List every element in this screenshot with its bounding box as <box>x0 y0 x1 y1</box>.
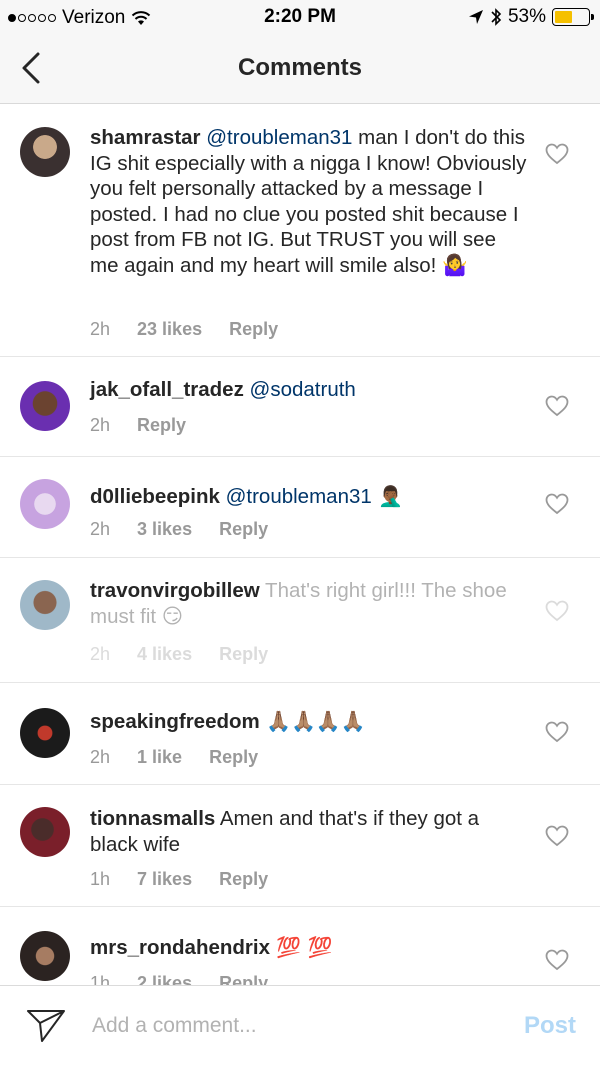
comment-text: tionnasmalls Amen and that's if they got… <box>90 806 530 857</box>
comment-meta: 2h 3 likes Reply <box>90 519 268 540</box>
status-right: 53% <box>468 6 594 28</box>
heart-icon[interactable] <box>545 949 569 971</box>
comment-time: 2h <box>90 319 111 339</box>
comment-meta: 2h Reply <box>90 415 186 436</box>
location-arrow-icon <box>468 10 483 24</box>
comment-time: 2h <box>90 747 111 767</box>
comment-likes[interactable]: 4 likes <box>137 644 192 665</box>
comment-likes[interactable]: 7 likes <box>137 869 192 890</box>
comment-mention[interactable]: @troubleman31 <box>206 126 352 149</box>
reply-button[interactable]: Reply <box>219 869 268 890</box>
comment-username[interactable]: jak_ofall_tradez <box>90 378 244 401</box>
comment-input[interactable]: Add a comment... <box>92 1014 257 1038</box>
reply-button[interactable]: Reply <box>209 747 258 768</box>
comment-mention[interactable]: @sodatruth <box>250 378 356 401</box>
paper-plane-icon[interactable] <box>26 1008 66 1044</box>
comment-text: jak_ofall_tradez @sodatruth <box>90 377 530 403</box>
comment-message: 🙏🏽🙏🏽🙏🏽🙏🏽 <box>259 709 366 733</box>
battery-icon <box>552 8 594 26</box>
status-bar: Verizon 2:20 PM 53% <box>0 0 600 34</box>
comment-time: 1h <box>90 973 111 985</box>
comment-text: d0lliebeepink @troubleman31 🤦🏾‍♂️ <box>90 484 530 510</box>
reply-button[interactable]: Reply <box>219 519 268 540</box>
comment-username[interactable]: speakingfreedom <box>90 710 260 733</box>
avatar[interactable] <box>20 931 70 981</box>
comment-username[interactable]: shamrastar <box>90 126 201 149</box>
comment-meta: 2h 1 like Reply <box>90 747 258 768</box>
comment-meta: 1h 2 likes Reply <box>90 973 268 985</box>
heart-icon[interactable] <box>545 600 569 622</box>
page-title: Comments <box>237 54 363 81</box>
battery-level <box>555 11 572 23</box>
avatar[interactable] <box>20 381 70 431</box>
comment-meta: 1h 7 likes Reply <box>90 869 268 890</box>
comment-item: jak_ofall_tradez @sodatruth 2h Reply <box>0 357 600 457</box>
bluetooth-icon <box>491 8 502 26</box>
heart-icon[interactable] <box>545 143 569 165</box>
avatar[interactable] <box>20 580 70 630</box>
comment-time: 2h <box>90 644 111 664</box>
comment-item: d0lliebeepink @troubleman31 🤦🏾‍♂️ 2h 3 l… <box>0 457 600 558</box>
comment-mention[interactable]: @troubleman31 <box>226 485 372 508</box>
comment-item: travonvirgobillew That's right girl!!! T… <box>0 558 600 683</box>
reply-button[interactable]: Reply <box>137 415 186 436</box>
comment-likes[interactable]: 23 likes <box>137 319 202 340</box>
avatar[interactable] <box>20 807 70 857</box>
comment-meta: 2h 4 likes Reply <box>90 644 268 665</box>
heart-icon[interactable] <box>545 395 569 417</box>
comment-time: 2h <box>90 519 111 539</box>
post-button[interactable]: Post <box>524 1012 576 1040</box>
reply-button[interactable]: Reply <box>219 644 268 665</box>
comment-username[interactable]: mrs_rondahendrix <box>90 936 270 959</box>
comment-time: 1h <box>90 869 111 889</box>
nav-header: Comments <box>0 34 600 104</box>
reply-button[interactable]: Reply <box>229 319 278 340</box>
comment-likes[interactable]: 2 likes <box>137 973 192 985</box>
comment-likes[interactable]: 1 like <box>137 747 182 768</box>
battery-percent: 53% <box>507 6 546 27</box>
comment-text: mrs_rondahendrix 💯 💯 <box>90 935 530 961</box>
comment-text: travonvirgobillew That's right girl!!! T… <box>90 578 530 629</box>
comment-list[interactable]: shamrastar @troubleman31 man I don't do … <box>0 105 600 985</box>
comment-username[interactable]: travonvirgobillew <box>90 579 260 602</box>
comment-text: speakingfreedom 🙏🏽🙏🏽🙏🏽🙏🏽 <box>90 709 530 735</box>
reply-button[interactable]: Reply <box>219 973 268 985</box>
comment-text: shamrastar @troubleman31 man I don't do … <box>90 125 530 278</box>
comment-item: shamrastar @troubleman31 man I don't do … <box>0 105 600 357</box>
heart-icon[interactable] <box>545 721 569 743</box>
comment-meta: 2h 23 likes Reply <box>90 319 278 340</box>
comment-item: speakingfreedom 🙏🏽🙏🏽🙏🏽🙏🏽 2h 1 like Reply <box>0 683 600 785</box>
comment-time: 2h <box>90 415 111 435</box>
avatar[interactable] <box>20 127 70 177</box>
avatar[interactable] <box>20 479 70 529</box>
comment-item: tionnasmalls Amen and that's if they got… <box>0 785 600 907</box>
comment-message: 🤦🏾‍♂️ <box>371 484 404 508</box>
heart-icon[interactable] <box>545 825 569 847</box>
comment-compose-bar: Add a comment... Post <box>0 985 600 1067</box>
comment-message: 💯 💯 <box>270 935 333 959</box>
comment-item: mrs_rondahendrix 💯 💯 1h 2 likes Reply <box>0 907 600 985</box>
comment-username[interactable]: tionnasmalls <box>90 807 215 830</box>
heart-icon[interactable] <box>545 493 569 515</box>
comment-username[interactable]: d0lliebeepink <box>90 485 220 508</box>
comment-likes[interactable]: 3 likes <box>137 519 192 540</box>
avatar[interactable] <box>20 708 70 758</box>
